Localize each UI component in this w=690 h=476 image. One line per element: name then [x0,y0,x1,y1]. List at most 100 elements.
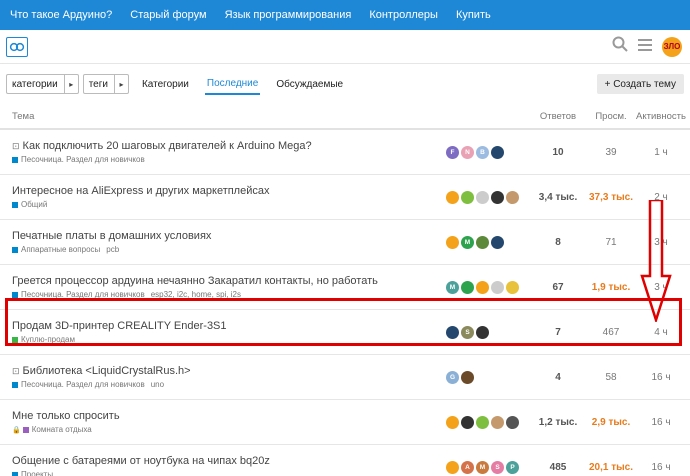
poster-avatar[interactable] [461,370,474,384]
column-activity[interactable]: Активность [634,111,688,122]
activity-time[interactable]: 16 ч [634,462,688,473]
topic-cell: Печатные платы в домашних условиях Аппара… [0,230,446,254]
replies-count[interactable]: 485 [528,462,588,473]
topic-title-link[interactable]: Интересное на AliExpress и других маркет… [12,185,270,197]
poster-avatar[interactable] [506,190,519,204]
replies-count[interactable]: 67 [528,282,588,293]
poster-avatar[interactable]: M [476,460,489,474]
category-link[interactable]: Проекты [21,470,53,476]
chevron-right-icon: ▸ [63,75,78,93]
poster-avatar[interactable] [461,280,474,294]
down-arrow-annotation [640,198,672,327]
poster-avatar[interactable] [476,280,489,294]
topic-cell: ⊡ Библиотека <LiquidCrystalRus.h> Песочниц… [0,365,446,389]
pinned-icon: ⊡ [12,366,20,376]
activity-time[interactable]: 1 ч [634,147,688,158]
activity-time[interactable]: 16 ч [634,372,688,383]
poster-avatar[interactable] [491,415,504,429]
category-link[interactable]: Песочница. Раздел для новичков [21,380,145,389]
tags-dropdown-label: теги [88,78,108,90]
poster-avatar[interactable] [491,145,504,159]
views-count: 37,3 тыс. [588,191,634,203]
category-link[interactable]: Песочница. Раздел для новичков [21,155,145,164]
column-views[interactable]: Просм. [588,111,634,122]
topic-row[interactable]: ⊡ Как подключить 20 шаговых двигателей к … [0,130,690,175]
topnav-link[interactable]: Что такое Ардуино? [10,9,112,21]
replies-count[interactable]: 10 [528,147,588,158]
topic-meta: Песочница. Раздел для новичков uno [12,380,446,389]
poster-avatar[interactable] [446,460,459,474]
topic-tags[interactable]: uno [151,380,164,389]
topic-tags[interactable]: pcb [106,245,119,254]
category-link[interactable]: Аппаратные вопросы [21,245,100,254]
topic-title-link[interactable]: Печатные платы в домашних условиях [12,230,211,242]
topic-row[interactable]: Мне только спросить 🔒 Комната отдыха 1,2 ты… [0,400,690,445]
user-avatar[interactable]: ЗЛО [662,36,682,57]
topnav-link[interactable]: Купить [456,9,491,21]
column-topic[interactable]: Тема [0,111,446,122]
topic-row[interactable]: Печатные платы в домашних условиях Аппара… [0,220,690,265]
poster-avatar[interactable] [446,190,459,204]
nav-latest[interactable]: Последние [204,74,261,95]
tags-dropdown[interactable]: теги ▸ [82,74,129,94]
topic-title-link[interactable]: Греется процессор ардуина нечаянно Закар… [12,275,378,287]
category-link[interactable]: Комната отдыха [32,425,92,434]
topic-row[interactable]: ⊡ Библиотека <LiquidCrystalRus.h> Песочниц… [0,355,690,400]
nav-top[interactable]: Обсуждаемые [274,75,345,94]
topic-title-link[interactable]: Мне только спросить [12,410,120,422]
replies-count[interactable]: 1,2 тыс. [528,417,588,428]
topnav-link[interactable]: Язык программирования [225,9,352,21]
topic-title-link[interactable]: Как подключить 20 шаговых двигателей к A… [23,140,312,152]
topic-meta: Аппаратные вопросы pcb [12,245,446,254]
topic-title-link[interactable]: Библиотека <LiquidCrystalRus.h> [23,365,191,377]
topic-meta: Проекты [12,470,446,476]
category-link[interactable]: Общий [21,200,47,209]
topnav-link[interactable]: Старый форум [130,9,206,21]
category-color-badge [22,426,29,433]
poster-avatar[interactable] [491,235,504,249]
activity-time[interactable]: 16 ч [634,417,688,428]
topic-cell: Общение с батареями от ноутбука на чипах… [0,455,446,476]
poster-avatar[interactable] [461,190,474,204]
poster-avatar[interactable] [476,235,489,249]
poster-avatar[interactable] [491,280,504,294]
poster-avatar[interactable] [446,415,459,429]
topnav-link[interactable]: Контроллеры [369,9,438,21]
poster-avatar[interactable]: F [446,145,459,159]
poster-avatar[interactable]: P [506,460,519,474]
topic-row[interactable]: Интересное на AliExpress и других маркет… [0,175,690,220]
poster-avatar[interactable]: M [446,280,459,294]
topic-title-line: Интересное на AliExpress и других маркет… [12,185,446,197]
topic-title-line: Греется процессор ардуина нечаянно Закар… [12,275,446,287]
poster-avatar[interactable] [506,280,519,294]
category-color-badge [12,201,18,208]
topic-row[interactable]: Общение с батареями от ноутбука на чипах… [0,445,690,476]
poster-avatar[interactable] [476,415,489,429]
create-topic-button[interactable]: + Создать тему [596,74,684,94]
topic-title-link[interactable]: Общение с батареями от ноутбука на чипах… [12,455,270,467]
arduino-logo-icon[interactable] [6,36,28,57]
topic-posters [446,190,528,204]
poster-avatar[interactable]: B [476,145,489,159]
poster-avatar[interactable] [446,235,459,249]
replies-count[interactable]: 4 [528,372,588,383]
poster-avatar[interactable]: M [461,235,474,249]
column-replies[interactable]: Ответов [528,111,588,122]
menu-icon[interactable] [638,38,652,56]
site-header: ЗЛО [0,30,690,64]
poster-avatar[interactable] [461,415,474,429]
poster-avatar[interactable]: N [461,145,474,159]
categories-dropdown[interactable]: категории ▸ [6,74,79,94]
topic-cell: ⊡ Как подключить 20 шаговых двигателей к … [0,140,446,164]
poster-avatar[interactable] [506,415,519,429]
replies-count[interactable]: 3,4 тыс. [528,192,588,203]
poster-avatar[interactable]: A [461,460,474,474]
search-icon[interactable] [612,36,628,57]
topic-posters: M [446,235,528,249]
poster-avatar[interactable]: G [446,370,459,384]
poster-avatar[interactable] [491,190,504,204]
poster-avatar[interactable]: S [491,460,504,474]
replies-count[interactable]: 8 [528,237,588,248]
nav-categories[interactable]: Категории [140,75,191,94]
poster-avatar[interactable] [476,190,489,204]
